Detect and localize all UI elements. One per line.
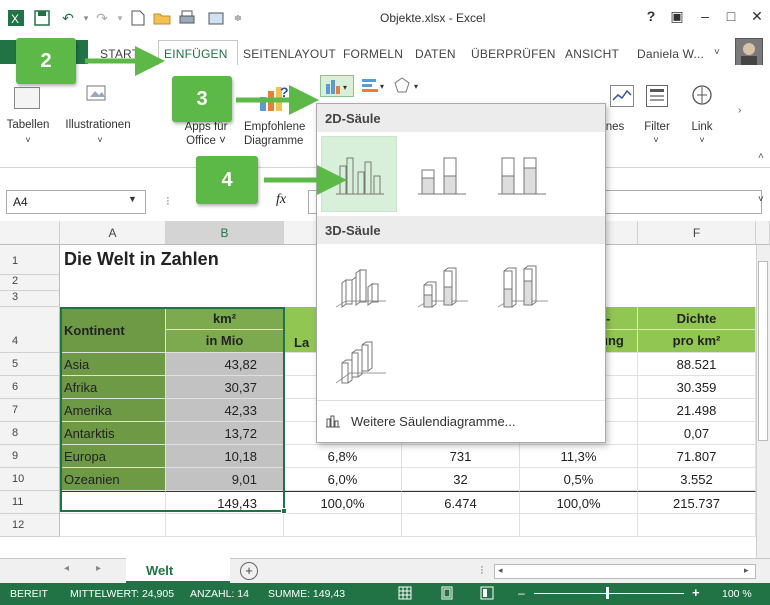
callout-step-3: 3 xyxy=(172,76,232,122)
callout-step-4: 4 xyxy=(196,156,258,204)
callout-step-2: 2 xyxy=(16,38,76,84)
callout-arrows xyxy=(85,46,347,195)
